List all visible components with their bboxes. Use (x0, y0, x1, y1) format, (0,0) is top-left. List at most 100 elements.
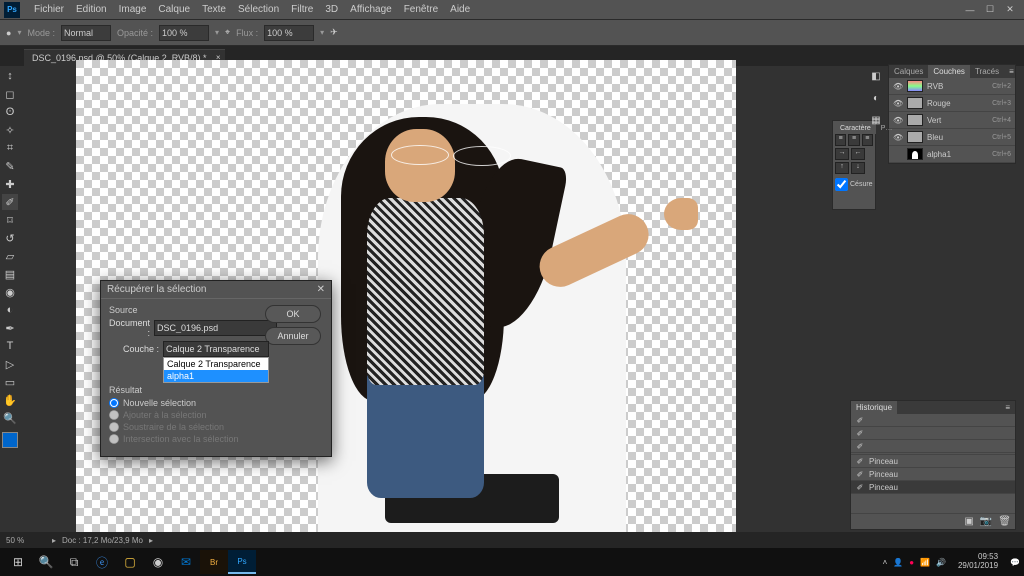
channel-select[interactable] (163, 341, 269, 357)
history-item[interactable]: ✐ (851, 427, 1015, 440)
opacity-arrow-icon[interactable]: ▾ (215, 28, 219, 37)
indent-right-icon[interactable]: ← (851, 148, 865, 160)
dialog-close-icon[interactable]: ✕ (317, 284, 325, 295)
channel-row-rvb[interactable]: 👁 RVB Ctrl+2 (889, 78, 1015, 95)
heal-tool[interactable]: ✚ (2, 176, 18, 192)
history-menu-icon[interactable]: ≡ (1000, 401, 1015, 414)
tray-volume-icon[interactable]: 🔊 (936, 558, 946, 567)
history-item[interactable]: ✐Pinceau (851, 455, 1015, 468)
visibility-icon[interactable]: 👁 (893, 99, 903, 108)
maximize-button[interactable]: ☐ (980, 3, 1000, 17)
task-view-icon[interactable]: ⧉ (60, 550, 88, 574)
channel-row-alpha1[interactable]: alpha1 Ctrl+6 (889, 146, 1015, 163)
edge-icon[interactable]: ⓔ (88, 550, 116, 574)
zoom-value[interactable]: 50 % (6, 536, 46, 545)
doc-info[interactable]: Doc : 17,2 Mo/23,9 Mo (62, 536, 143, 545)
history-item[interactable]: ✐ (851, 440, 1015, 453)
space-before-icon[interactable]: ↑ (835, 162, 849, 174)
menu-fichier[interactable]: Fichier (28, 2, 70, 17)
notifications-icon[interactable]: 💬 (1010, 558, 1020, 567)
menu-aide[interactable]: Aide (444, 2, 476, 17)
tab-channels[interactable]: Couches (928, 65, 970, 78)
tab-paths[interactable]: Tracés (970, 65, 1004, 78)
styles-dock-icon[interactable]: ▦ (868, 112, 884, 128)
stamp-tool[interactable]: ⌑ (2, 212, 18, 228)
dialog-titlebar[interactable]: Récupérer la sélection ✕ (101, 281, 331, 299)
color-dock-icon[interactable]: ◧ (868, 68, 884, 84)
pressure-opacity-icon[interactable]: ⌖ (225, 27, 230, 38)
flux-arrow-icon[interactable]: ▾ (320, 28, 324, 37)
radio-new-selection[interactable] (109, 398, 119, 408)
foreground-color[interactable] (2, 432, 18, 448)
history-item[interactable]: ✐ (851, 414, 1015, 427)
hyphenation-checkbox[interactable] (835, 178, 848, 191)
channel-row-rouge[interactable]: 👁 Rouge Ctrl+3 (889, 95, 1015, 112)
explorer-icon[interactable]: ▢ (116, 550, 144, 574)
photoshop-taskbar-icon[interactable]: Ps (228, 550, 256, 574)
dropdown-option-transparency[interactable]: Calque 2 Transparence (164, 358, 268, 370)
document-select[interactable] (154, 320, 277, 336)
eyedropper-tool[interactable]: ✎ (2, 158, 18, 174)
adjustments-dock-icon[interactable]: ◐ (868, 90, 884, 106)
airbrush-icon[interactable]: ✈ (330, 27, 338, 38)
align-right-icon[interactable]: ≡ (862, 134, 873, 146)
marquee-tool[interactable]: ◻ (2, 86, 18, 102)
visibility-icon[interactable]: 👁 (893, 82, 903, 91)
hand-tool[interactable]: ✋ (2, 392, 18, 408)
delete-icon[interactable]: 🗑 (998, 516, 1011, 527)
pen-tool[interactable]: ✒ (2, 320, 18, 336)
tab-history[interactable]: Historique (851, 401, 897, 414)
flux-input[interactable] (264, 25, 314, 41)
wand-tool[interactable]: ✧ (2, 122, 18, 138)
tray-people-icon[interactable]: 👤 (893, 558, 903, 567)
crop-tool[interactable]: ⌗ (2, 140, 18, 156)
menu-fenetre[interactable]: Fenêtre (398, 2, 444, 17)
history-brush-tool[interactable]: ↺ (2, 230, 18, 246)
space-after-icon[interactable]: ↓ (851, 162, 865, 174)
align-left-icon[interactable]: ≡ (835, 134, 846, 146)
type-tool[interactable]: T (2, 338, 18, 354)
shape-tool[interactable]: ▭ (2, 374, 18, 390)
panel-menu-icon[interactable]: ≡ (1004, 65, 1019, 78)
cancel-button[interactable]: Annuler (265, 327, 321, 345)
outlook-icon[interactable]: ✉ (172, 550, 200, 574)
create-document-icon[interactable]: ▣ (964, 516, 973, 527)
tab-layers[interactable]: Calques (889, 65, 928, 78)
eraser-tool[interactable]: ▱ (2, 248, 18, 264)
tray-chevron-icon[interactable]: ˄ (883, 558, 888, 567)
ok-button[interactable]: OK (265, 305, 321, 323)
menu-texte[interactable]: Texte (196, 2, 232, 17)
brush-preset-icon[interactable]: ● (6, 28, 11, 38)
tray-network-icon[interactable]: 📶 (920, 558, 930, 567)
channel-row-vert[interactable]: 👁 Vert Ctrl+4 (889, 112, 1015, 129)
mode-select[interactable] (61, 25, 111, 41)
snapshot-icon[interactable]: 📷 (980, 516, 992, 527)
minimize-button[interactable]: — (960, 3, 980, 17)
brush-preset-arrow-icon[interactable]: ▾ (17, 28, 21, 37)
menu-selection[interactable]: Sélection (232, 2, 285, 17)
dropdown-option-alpha1[interactable]: alpha1 (164, 370, 268, 382)
lasso-tool[interactable]: ʘ (2, 104, 18, 120)
close-button[interactable]: ✕ (1000, 3, 1020, 17)
clock[interactable]: 09:53 29/01/2019 (952, 553, 1004, 571)
history-item[interactable]: ✐Pinceau (851, 468, 1015, 481)
move-tool[interactable]: ↕ (2, 68, 18, 84)
search-icon[interactable]: 🔍 (32, 550, 60, 574)
blur-tool[interactable]: ◉ (2, 284, 18, 300)
chrome-icon[interactable]: ◉ (144, 550, 172, 574)
menu-edition[interactable]: Edition (70, 2, 113, 17)
indent-left-icon[interactable]: → (835, 148, 849, 160)
brush-tool[interactable]: ✐ (2, 194, 18, 210)
menu-calque[interactable]: Calque (152, 2, 196, 17)
menu-filtre[interactable]: Filtre (285, 2, 319, 17)
channel-row-bleu[interactable]: 👁 Bleu Ctrl+5 (889, 129, 1015, 146)
zoom-tool[interactable]: 🔍 (2, 410, 18, 426)
align-center-icon[interactable]: ≡ (848, 134, 859, 146)
opacity-input[interactable] (159, 25, 209, 41)
menu-image[interactable]: Image (113, 2, 153, 17)
path-tool[interactable]: ▷ (2, 356, 18, 372)
gradient-tool[interactable]: ▤ (2, 266, 18, 282)
history-item-current[interactable]: ✐Pinceau (851, 481, 1015, 494)
start-button[interactable]: ⊞ (4, 550, 32, 574)
dodge-tool[interactable]: ◐ (2, 302, 18, 318)
